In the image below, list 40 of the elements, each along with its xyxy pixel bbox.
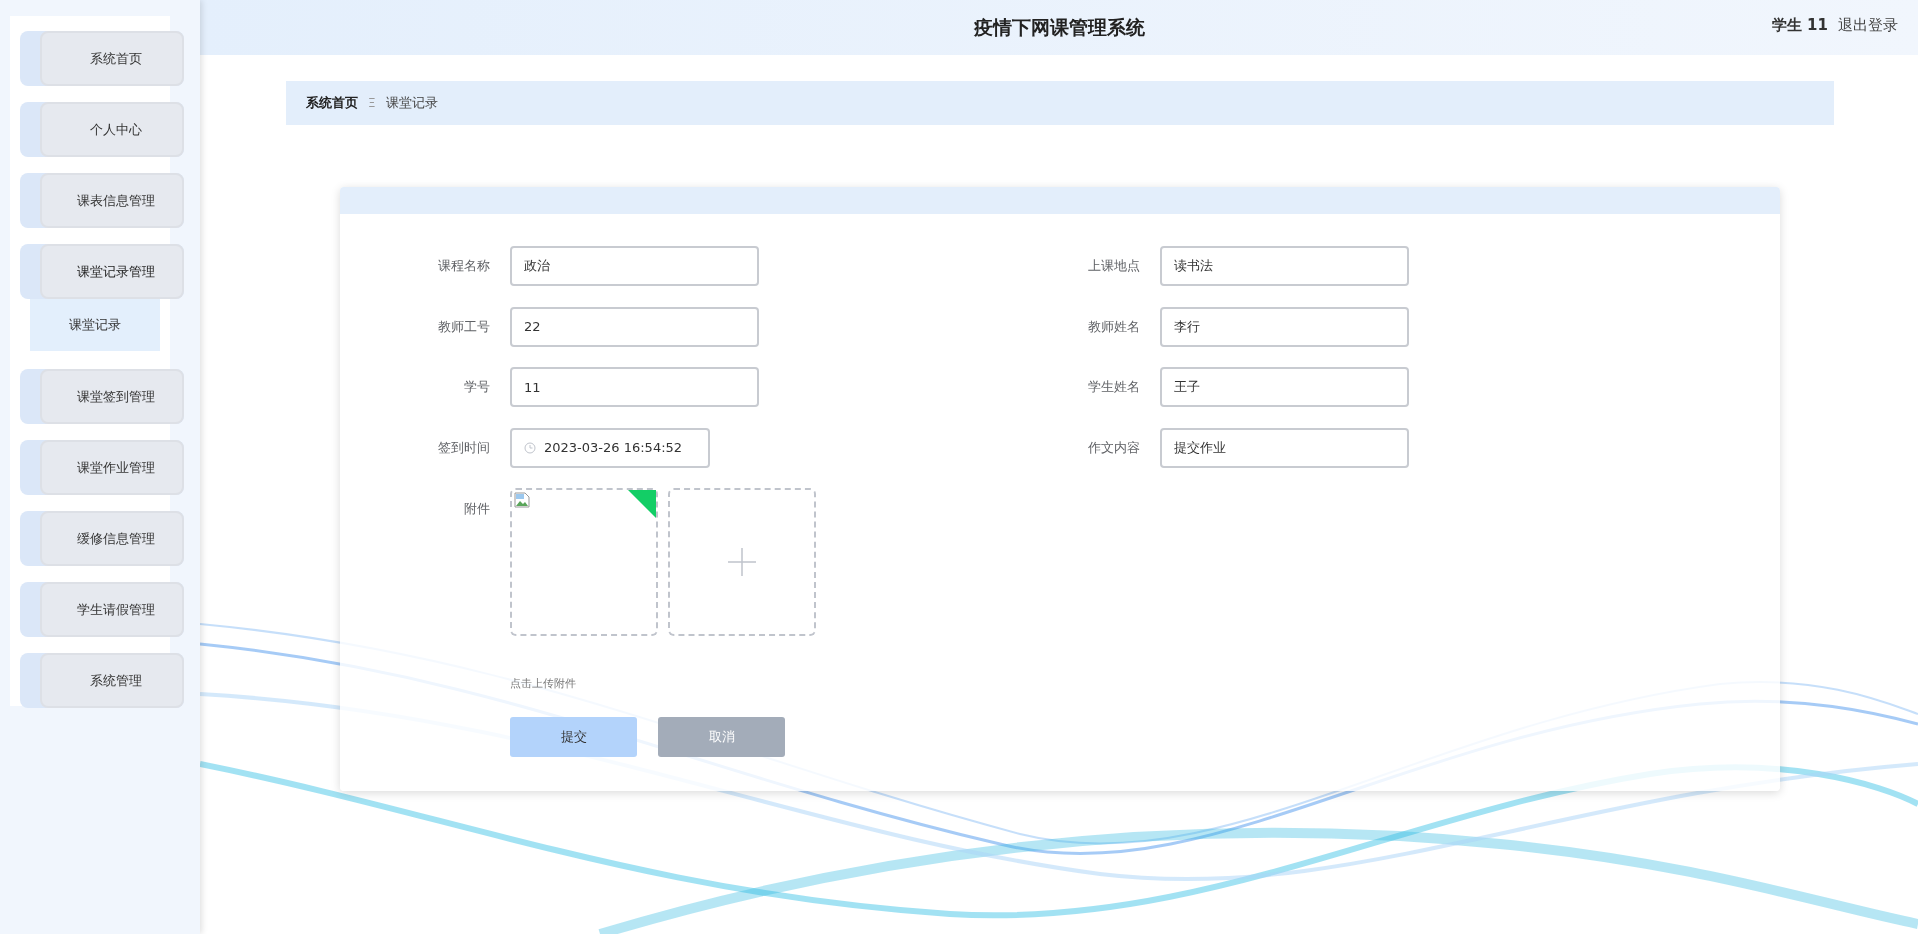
upload-hint: 点击上传附件 bbox=[510, 676, 576, 691]
submit-button[interactable]: 提交 bbox=[510, 717, 637, 757]
sidebar-menu-item[interactable]: 课堂签到管理 bbox=[40, 369, 184, 424]
sidebar-menu-item[interactable]: 课堂作业管理 bbox=[40, 440, 184, 495]
plus-icon bbox=[728, 548, 756, 576]
clock-icon bbox=[524, 441, 536, 454]
text-field[interactable]: 李行 bbox=[1160, 306, 1409, 347]
sidebar-menu-item[interactable]: 课表信息管理 bbox=[40, 173, 184, 228]
text-field[interactable]: 11 bbox=[510, 367, 759, 407]
field-label: 上课地点 bbox=[1087, 257, 1141, 275]
breadcrumb-separator: Ξ bbox=[368, 96, 376, 110]
text-field[interactable]: 提交作业 bbox=[1160, 427, 1409, 468]
sidebar-menu-item[interactable]: 个人中心 bbox=[40, 102, 184, 157]
sidebar-menu-item[interactable]: 缓修信息管理 bbox=[40, 511, 184, 566]
datetime-field[interactable]: 2023-03-26 16:54:52 bbox=[510, 427, 710, 468]
field-label: 学生姓名 bbox=[1087, 378, 1141, 396]
field-label: 签到时间 bbox=[437, 438, 491, 457]
add-attachment-button[interactable] bbox=[668, 488, 816, 636]
sidebar-menu-item[interactable]: 学生请假管理 bbox=[40, 582, 184, 637]
field-label: 课程名称 bbox=[437, 257, 491, 275]
sidebar-menu-item[interactable]: 课堂记录管理 bbox=[40, 244, 184, 299]
field-label: 教师姓名 bbox=[1087, 317, 1141, 336]
text-field[interactable]: 王子 bbox=[1160, 367, 1409, 407]
logout-link[interactable]: 退出登录 bbox=[1838, 16, 1898, 35]
sidebar-submenu-item[interactable]: 课堂记录 bbox=[30, 299, 160, 351]
breadcrumb-link[interactable]: 课堂记录 bbox=[385, 94, 438, 112]
sidebar-menu-item[interactable]: 系统管理 bbox=[40, 653, 184, 708]
field-label: 作文内容 bbox=[1087, 438, 1141, 457]
text-field[interactable]: 读书法 bbox=[1160, 246, 1409, 286]
sidebar-menu-item[interactable]: 系统首页 bbox=[40, 31, 184, 86]
field-label: 学号 bbox=[463, 378, 491, 396]
uploaded-image-tile[interactable] bbox=[510, 488, 658, 636]
text-field[interactable]: 政治 bbox=[510, 246, 759, 286]
app-title: 疫情下网课管理系统 bbox=[973, 14, 1145, 40]
breadcrumb-link[interactable]: 系统首页 bbox=[306, 94, 358, 112]
broken-image-icon bbox=[514, 492, 530, 508]
user-name: 学生 11 bbox=[1771, 16, 1828, 35]
field-label: 附件 bbox=[463, 500, 491, 518]
text-field[interactable]: 22 bbox=[510, 306, 759, 347]
field-label: 教师工号 bbox=[437, 317, 491, 336]
